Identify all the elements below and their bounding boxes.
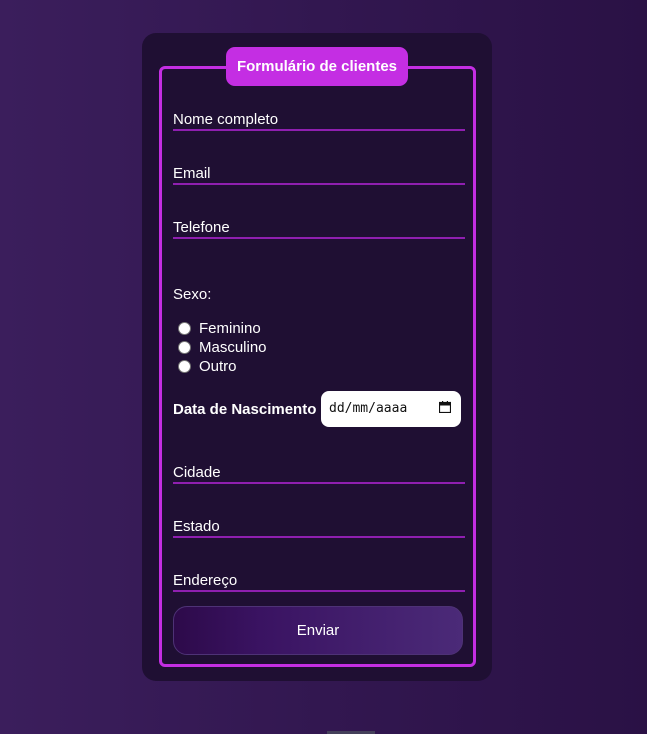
submit-button[interactable]: Enviar — [173, 606, 463, 655]
cidade-field[interactable]: Cidade — [173, 460, 465, 484]
endereco-field[interactable]: Endereço — [173, 568, 465, 592]
radio-feminino[interactable]: Feminino — [178, 319, 261, 337]
nome-label: Nome completo — [173, 111, 279, 128]
radio-masculino[interactable]: Masculino — [178, 338, 267, 356]
radio-label: Masculino — [199, 338, 267, 356]
endereco-label: Endereço — [173, 572, 238, 589]
radio-circle-icon[interactable] — [178, 359, 191, 373]
date-placeholder: dd/mm/aaaa — [329, 401, 408, 416]
cidade-label: Cidade — [173, 464, 221, 481]
telefone-label: Telefone — [173, 219, 230, 236]
email-label: Email — [173, 165, 211, 182]
email-field[interactable]: Email — [173, 161, 465, 185]
calendar-icon[interactable] — [439, 401, 451, 413]
telefone-field[interactable]: Telefone — [173, 215, 465, 239]
form-legend: Formulário de clientes — [226, 47, 408, 86]
radio-circle-icon[interactable] — [178, 340, 191, 354]
nome-field[interactable]: Nome completo — [173, 107, 465, 131]
estado-field[interactable]: Estado — [173, 514, 465, 538]
form-card: Formulário de clientes Nome completo Ema… — [142, 33, 492, 681]
estado-label: Estado — [173, 518, 220, 535]
nascimento-date-input[interactable]: dd/mm/aaaa — [321, 391, 461, 427]
sexo-label: Sexo: — [173, 286, 212, 303]
radio-outro[interactable]: Outro — [178, 357, 237, 375]
radio-circle-icon[interactable] — [178, 321, 191, 335]
nascimento-label: Data de Nascimento — [173, 401, 317, 418]
radio-label: Outro — [199, 357, 237, 375]
radio-label: Feminino — [199, 319, 261, 337]
